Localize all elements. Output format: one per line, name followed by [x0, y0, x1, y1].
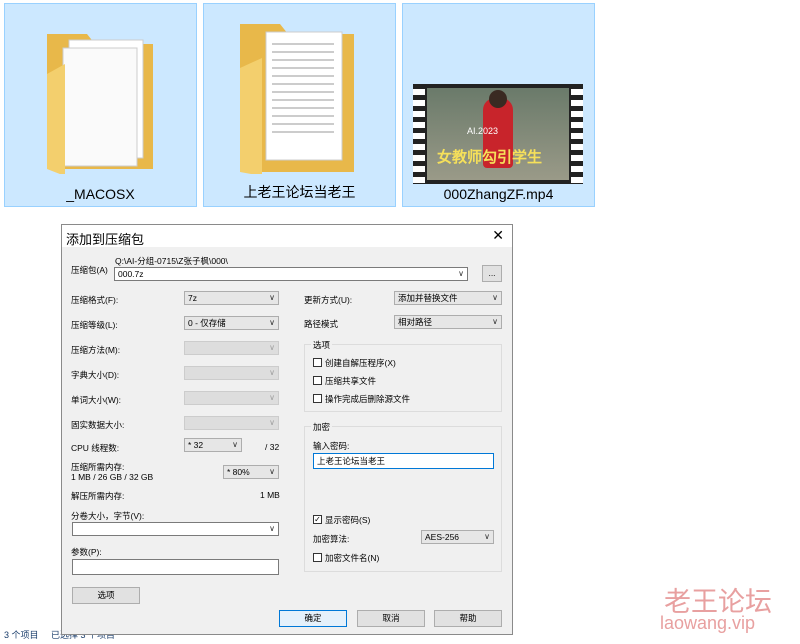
encrypt-names-checkbox[interactable]: [313, 553, 322, 562]
level-value: 0 - 仅存储: [188, 318, 226, 328]
show-password-label: 显示密码(S): [325, 515, 371, 525]
method-select[interactable]: ∨: [184, 341, 279, 355]
enc-method-label: 加密算法:: [313, 534, 350, 544]
chevron-down-icon: ∨: [269, 318, 275, 327]
chevron-down-icon: ∨: [232, 440, 238, 449]
thumb-badge: AI.2023: [467, 126, 499, 136]
item-name: _MACOSX: [66, 186, 135, 202]
help-button[interactable]: 帮助: [434, 610, 502, 627]
cpu-select[interactable]: * 32 ∨: [184, 438, 242, 452]
level-select[interactable]: 0 - 仅存储 ∨: [184, 316, 279, 330]
archive-name-value: 000.7z: [118, 269, 144, 279]
word-label: 单词大小(W):: [71, 395, 122, 405]
item-name: 上老王论坛当老王: [243, 184, 356, 200]
item-name: 000ZhangZF.mp4: [443, 186, 554, 202]
solid-label: 固实数据大小:: [71, 420, 125, 430]
folder-item-macosx[interactable]: _MACOSX: [4, 3, 197, 207]
format-select[interactable]: 7z ∨: [184, 291, 279, 305]
chevron-down-icon: ∨: [492, 317, 498, 326]
params-label: 参数(P):: [71, 547, 102, 557]
password-input[interactable]: 上老王论坛当老王: [313, 453, 494, 469]
chevron-down-icon: ∨: [269, 393, 275, 402]
level-label: 压缩等级(L):: [71, 320, 118, 330]
dict-select[interactable]: ∨: [184, 366, 279, 380]
ok-button[interactable]: 确定: [279, 610, 347, 627]
dialog-titlebar: 添加到压缩包 ✕: [62, 225, 512, 247]
chevron-down-icon: ∨: [484, 532, 490, 541]
enc-method-value: AES-256: [425, 532, 460, 542]
chevron-down-icon: ∨: [269, 467, 275, 476]
encrypt-names-label: 加密文件名(N): [325, 553, 380, 563]
split-label: 分卷大小，字节(V):: [71, 511, 145, 521]
dialog-title: 添加到压缩包: [66, 232, 145, 247]
path-select[interactable]: 相对路径 ∨: [394, 315, 502, 329]
update-select[interactable]: 添加并替换文件 ∨: [394, 291, 502, 305]
chevron-down-icon: ∨: [269, 418, 275, 427]
sfx-label: 创建自解压程序(X): [325, 358, 396, 368]
item-count: 3 个项目: [4, 630, 39, 640]
method-label: 压缩方法(M):: [71, 345, 121, 355]
params-input[interactable]: [72, 559, 279, 575]
archive-name-combo[interactable]: 000.7z ∨: [114, 267, 468, 281]
video-thumbnail: AI.2023 女教师勾引学生: [413, 84, 583, 184]
path-label: 路径模式: [304, 319, 339, 329]
options-group-label: 选项: [311, 339, 333, 351]
cpu-label: CPU 线程数:: [71, 443, 120, 453]
update-value: 添加并替换文件: [398, 293, 458, 303]
shared-checkbox[interactable]: [313, 376, 322, 385]
path-value: 相对路径: [398, 317, 433, 327]
encryption-group: 加密 输入密码: 上老王论坛当老王 ✓ 显示密码(S) 加密算法: AES-25…: [304, 421, 502, 572]
demem-label: 解压所需内存:: [71, 491, 125, 501]
shared-label: 压缩共享文件: [325, 376, 377, 386]
mem-select[interactable]: * 80% ∨: [223, 465, 279, 479]
dict-label: 字典大小(D):: [71, 370, 120, 380]
sfx-checkbox[interactable]: [313, 358, 322, 367]
video-item[interactable]: AI.2023 女教师勾引学生 000ZhangZF.mp4: [402, 3, 595, 207]
chevron-down-icon: ∨: [269, 293, 275, 302]
format-value: 7z: [188, 293, 197, 303]
folder-icon: [240, 24, 354, 174]
chevron-down-icon: ∨: [269, 343, 275, 352]
add-to-archive-dialog: 添加到压缩包 ✕ 压缩包(A) Q:\AI-分组-0715\Z张子枫\000\ …: [61, 224, 513, 635]
mem-value: * 80%: [227, 467, 250, 477]
cpu-max: / 32: [265, 442, 280, 452]
mem-detail: 1 MB / 26 GB / 32 GB: [71, 472, 154, 482]
options-group: 选项 创建自解压程序(X) 压缩共享文件 操作完成后删除源文件: [304, 339, 502, 412]
chevron-down-icon: ∨: [492, 293, 498, 302]
enc-method-select[interactable]: AES-256 ∨: [421, 530, 494, 544]
thumb-caption: 女教师勾引学生: [437, 149, 543, 166]
watermark-en: laowang.vip: [660, 613, 756, 633]
delete-checkbox[interactable]: [313, 394, 322, 403]
cpu-value: * 32: [188, 440, 204, 450]
folder-icon: [47, 34, 153, 174]
chevron-down-icon: ∨: [269, 368, 275, 377]
show-password-checkbox[interactable]: ✓: [313, 515, 322, 524]
solid-select[interactable]: ∨: [184, 416, 279, 430]
chevron-down-icon: ∨: [458, 269, 464, 278]
word-select[interactable]: ∨: [184, 391, 279, 405]
folder-item-laowang[interactable]: 上老王论坛当老王: [203, 3, 396, 207]
delete-label: 操作完成后删除源文件: [325, 394, 411, 404]
cancel-button[interactable]: 取消: [357, 610, 425, 627]
chevron-down-icon: ∨: [269, 524, 275, 533]
options-button[interactable]: 选项: [72, 587, 140, 604]
update-label: 更新方式(U):: [304, 295, 353, 305]
close-icon[interactable]: ✕: [492, 227, 504, 244]
encryption-group-label: 加密: [311, 421, 333, 433]
format-label: 压缩格式(F):: [71, 295, 119, 305]
browse-button[interactable]: ...: [482, 265, 502, 282]
split-combo[interactable]: ∨: [72, 522, 279, 536]
archive-path: Q:\AI-分组-0715\Z张子枫\000\: [115, 256, 228, 266]
password-label: 输入密码:: [313, 441, 350, 451]
demem-value: 1 MB: [260, 490, 280, 500]
archive-label: 压缩包(A): [71, 265, 108, 275]
